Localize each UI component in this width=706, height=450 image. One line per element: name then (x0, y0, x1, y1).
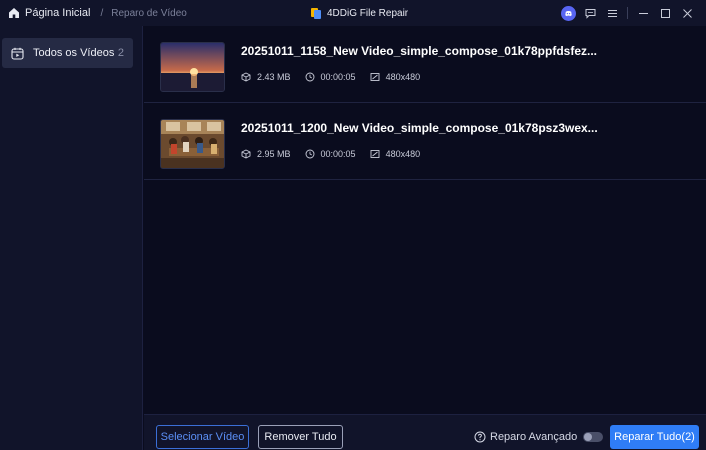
sidebar: Todos os Vídeos 2 (0, 26, 143, 450)
advanced-repair-toggle[interactable] (583, 432, 604, 442)
sunset-thumbnail-image (161, 43, 224, 91)
menu-button[interactable] (601, 0, 623, 26)
video-row[interactable]: 20251011_1200_New Video_simple_compose_0… (144, 103, 706, 180)
title-bar: Página Inicial / Reparo de Vídeo 4DDiG F… (0, 0, 706, 26)
resolution: 480x480 (370, 72, 421, 82)
select-video-button[interactable]: Selecionar Vídeo (156, 425, 249, 449)
video-filename: 20251011_1200_New Video_simple_compose_0… (241, 121, 598, 135)
video-meta: 2.43 MB 00:00:05 480x480 (241, 72, 434, 82)
breadcrumb-current: Reparo de Vídeo (111, 7, 187, 19)
close-button[interactable] (676, 0, 698, 26)
discord-button[interactable] (557, 0, 579, 26)
clock-icon (305, 149, 314, 159)
chat-icon (585, 8, 595, 19)
advanced-repair-label: Reparo Avançado (490, 431, 578, 443)
app-title: 4DDiG File Repair (310, 0, 408, 26)
sidebar-item-count: 2 (117, 47, 124, 59)
repair-all-button[interactable]: Reparar Tudo(2) (610, 425, 699, 449)
file-size: 2.95 MB (241, 149, 291, 159)
calendar-video-icon (11, 47, 24, 60)
discord-icon (560, 5, 576, 21)
close-icon (682, 8, 692, 18)
file-size: 2.43 MB (241, 72, 291, 82)
feedback-button[interactable] (579, 0, 601, 26)
sidebar-item-label: Todos os Vídeos (33, 47, 115, 59)
duration-value: 00:00:05 (320, 149, 356, 159)
file-size-value: 2.95 MB (257, 149, 291, 159)
bottom-action-bar: Selecionar Vídeo Remover Tudo Reparo Ava… (144, 414, 706, 450)
file-size-value: 2.43 MB (257, 72, 291, 82)
minimize-icon (638, 12, 648, 14)
video-thumbnail (160, 119, 225, 169)
video-filename: 20251011_1158_New Video_simple_compose_0… (241, 44, 597, 58)
resolution: 480x480 (370, 149, 421, 159)
duration-value: 00:00:05 (320, 72, 356, 82)
video-list: 20251011_1158_New Video_simple_compose_0… (144, 26, 706, 414)
advanced-repair-option: Reparo Avançado (474, 425, 604, 449)
controls-divider (627, 7, 628, 19)
duration: 00:00:05 (305, 149, 356, 159)
window-controls (557, 0, 698, 26)
duration: 00:00:05 (305, 72, 356, 82)
resolution-value: 480x480 (385, 72, 421, 82)
resolution-icon (370, 150, 380, 158)
clock-icon (305, 72, 314, 82)
help-icon[interactable] (474, 431, 486, 443)
video-row[interactable]: 20251011_1158_New Video_simple_compose_0… (144, 26, 706, 103)
home-icon (9, 8, 19, 18)
menu-icon (607, 9, 617, 17)
video-thumbnail (160, 42, 225, 92)
cube-icon (241, 149, 251, 159)
video-meta: 2.95 MB 00:00:05 480x480 (241, 149, 434, 159)
home-link[interactable]: Página Inicial (8, 0, 90, 26)
resolution-value: 480x480 (385, 149, 421, 159)
remove-all-button[interactable]: Remover Tudo (258, 425, 343, 449)
maximize-button[interactable] (654, 0, 676, 26)
app-logo-icon (311, 7, 321, 19)
cube-icon (241, 72, 251, 82)
breadcrumb-separator: / (100, 7, 104, 19)
sidebar-item-all-videos[interactable]: Todos os Vídeos 2 (2, 38, 133, 68)
home-label: Página Inicial (25, 7, 91, 19)
maximize-icon (660, 8, 670, 18)
minimize-button[interactable] (632, 0, 654, 26)
resolution-icon (370, 73, 380, 81)
people-thumbnail-image (161, 120, 224, 168)
app-title-text: 4DDiG File Repair (327, 7, 409, 19)
